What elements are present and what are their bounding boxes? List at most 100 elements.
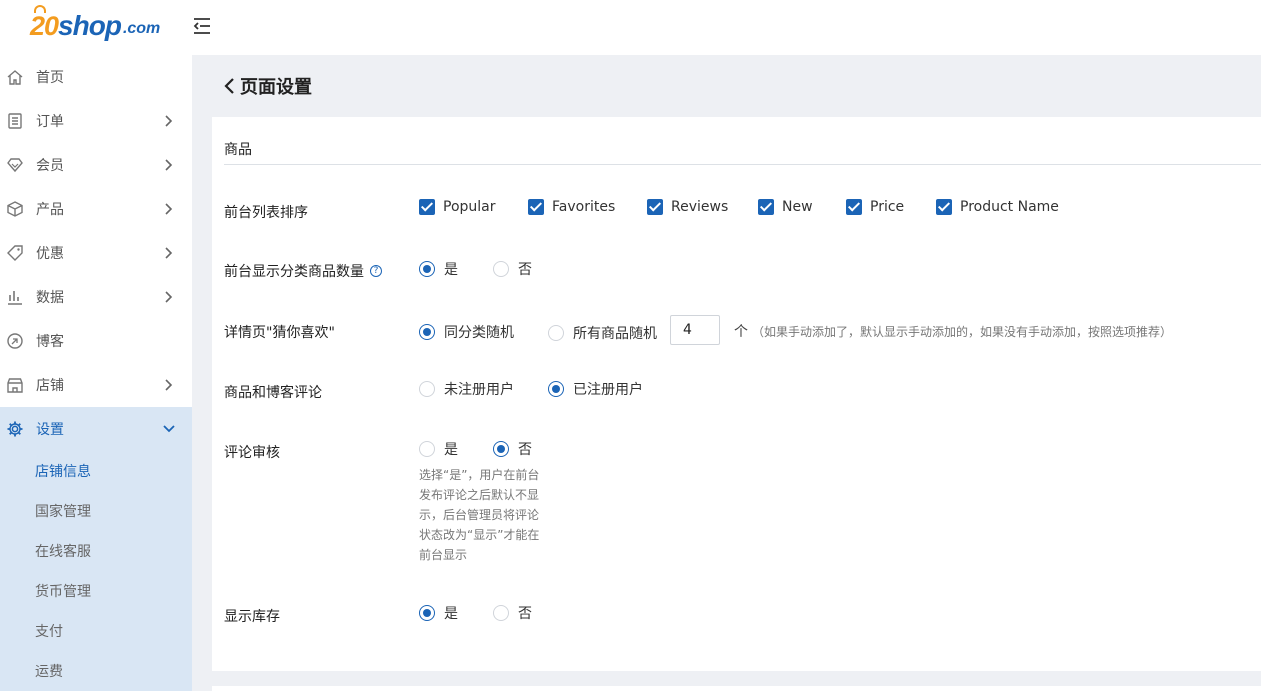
help-icon[interactable]: ? bbox=[370, 265, 382, 277]
review-no[interactable]: 否 bbox=[493, 439, 532, 459]
box-icon bbox=[5, 199, 25, 219]
radio-selected[interactable] bbox=[419, 324, 435, 340]
comment-label: 商品和博客评论 bbox=[224, 385, 322, 401]
review-yes[interactable]: 是 bbox=[419, 439, 458, 459]
stock-label: 显示库存 bbox=[224, 609, 280, 625]
back-arrow-icon[interactable] bbox=[220, 76, 240, 96]
sidebar-item-promotions[interactable]: 优惠 bbox=[0, 231, 192, 275]
submenu-item-payment[interactable]: 支付 bbox=[0, 611, 192, 651]
checkbox-checked[interactable] bbox=[758, 199, 774, 215]
review-label: 评论审核 bbox=[224, 445, 280, 461]
submenu-item-live-chat[interactable]: 在线客服 bbox=[0, 531, 192, 571]
submenu-item-shipping[interactable]: 运费 bbox=[0, 651, 192, 691]
submenu-item-currency[interactable]: 货币管理 bbox=[0, 571, 192, 611]
chevron-down-icon bbox=[163, 425, 175, 433]
settings-submenu: 店铺信息 国家管理 在线客服 货币管理 支付 运费 bbox=[0, 451, 192, 691]
sort-option-price[interactable]: Price bbox=[846, 199, 904, 215]
sort-option-reviews[interactable]: Reviews bbox=[647, 199, 728, 215]
order-icon bbox=[5, 111, 25, 131]
divider bbox=[224, 164, 1261, 165]
sort-option-favorites[interactable]: Favorites bbox=[528, 199, 615, 215]
radio-unselected[interactable] bbox=[419, 441, 435, 457]
checkbox-checked[interactable] bbox=[936, 199, 952, 215]
guess-like-all-products[interactable]: 所有商品随机 bbox=[548, 323, 657, 343]
option-label: Price bbox=[870, 199, 905, 215]
radio-selected[interactable] bbox=[419, 261, 435, 277]
chevron-right-icon bbox=[165, 291, 173, 303]
radio-unselected[interactable] bbox=[419, 381, 435, 397]
radio-selected[interactable] bbox=[548, 381, 564, 397]
sidebar-item-home[interactable]: 首页 bbox=[0, 55, 192, 99]
chevron-right-icon bbox=[165, 247, 173, 259]
checkbox-checked[interactable] bbox=[647, 199, 663, 215]
logo-com: .com bbox=[122, 20, 161, 37]
sidebar-item-products[interactable]: 产品 bbox=[0, 187, 192, 231]
option-label: 同分类随机 bbox=[444, 325, 514, 341]
sort-option-new[interactable]: New bbox=[758, 199, 813, 215]
logo-shop: shop bbox=[58, 10, 122, 41]
option-label: Popular bbox=[443, 199, 496, 215]
review-hint: 选择“是”，用户在前台发布评论之后默认不显示，后台管理员将评论状态改为“显示”才… bbox=[419, 468, 540, 562]
radio-unselected[interactable] bbox=[548, 325, 564, 341]
top-header: 20 shop .com bbox=[0, 0, 1261, 55]
sidebar-item-settings[interactable]: 设置 bbox=[0, 407, 192, 451]
guess-like-count-input[interactable] bbox=[670, 315, 720, 345]
option-label: 已注册用户 bbox=[573, 382, 643, 398]
submenu-item-store-info[interactable]: 店铺信息 bbox=[0, 451, 192, 491]
sidebar-item-label: 店铺 bbox=[36, 378, 64, 394]
sidebar: 首页 订单 会员 产品 优惠 数据 博客 店铺 设置 店铺信息 国家管理 在线客… bbox=[0, 55, 192, 691]
option-label: 所有商品随机 bbox=[573, 326, 657, 342]
sort-option-product-name[interactable]: Product Name bbox=[936, 199, 1059, 215]
option-label: Reviews bbox=[671, 199, 729, 215]
bag-icon bbox=[34, 5, 46, 13]
option-label: 否 bbox=[518, 606, 532, 622]
checkbox-checked[interactable] bbox=[528, 199, 544, 215]
comment-registered[interactable]: 已注册用户 bbox=[548, 379, 643, 399]
checkbox-checked[interactable] bbox=[846, 199, 862, 215]
sidebar-item-data[interactable]: 数据 bbox=[0, 275, 192, 319]
submenu-item-countries[interactable]: 国家管理 bbox=[0, 491, 192, 531]
sort-label: 前台列表排序 bbox=[224, 205, 308, 221]
sidebar-item-label: 会员 bbox=[36, 158, 64, 174]
chevron-right-icon bbox=[165, 379, 173, 391]
chevron-right-icon bbox=[165, 115, 173, 127]
stock-no[interactable]: 否 bbox=[493, 603, 532, 623]
option-label: 是 bbox=[444, 606, 458, 622]
option-label: 未注册用户 bbox=[444, 382, 514, 398]
option-label: 是 bbox=[444, 442, 458, 458]
sidebar-item-members[interactable]: 会员 bbox=[0, 143, 192, 187]
label-text: 前台显示分类商品数量 bbox=[224, 264, 364, 280]
sidebar-item-label: 订单 bbox=[36, 114, 64, 130]
page-title: 页面设置 bbox=[240, 77, 312, 98]
sidebar-item-blog[interactable]: 博客 bbox=[0, 319, 192, 363]
next-panel-edge bbox=[212, 686, 1261, 691]
option-label: New bbox=[782, 199, 813, 215]
radio-unselected[interactable] bbox=[493, 605, 509, 621]
brand-logo[interactable]: 20 shop .com bbox=[30, 5, 161, 42]
radio-selected[interactable] bbox=[419, 605, 435, 621]
category-count-no[interactable]: 否 bbox=[493, 259, 532, 279]
category-count-yes[interactable]: 是 bbox=[419, 259, 458, 279]
radio-selected[interactable] bbox=[493, 441, 509, 457]
logo-number: 20 bbox=[30, 5, 59, 42]
option-label: 是 bbox=[444, 262, 458, 278]
sidebar-item-label: 优惠 bbox=[36, 246, 64, 262]
menu-collapse-icon[interactable] bbox=[192, 16, 212, 36]
comment-unregistered[interactable]: 未注册用户 bbox=[419, 379, 514, 399]
option-label: 否 bbox=[518, 262, 532, 278]
category-count-label: 前台显示分类商品数量? bbox=[224, 261, 382, 281]
stock-yes[interactable]: 是 bbox=[419, 603, 458, 623]
sidebar-item-store[interactable]: 店铺 bbox=[0, 363, 192, 407]
chevron-right-icon bbox=[165, 159, 173, 171]
blog-icon bbox=[5, 331, 25, 351]
checkbox-checked[interactable] bbox=[419, 199, 435, 215]
radio-unselected[interactable] bbox=[493, 261, 509, 277]
home-icon bbox=[5, 67, 25, 87]
tag-icon bbox=[5, 243, 25, 263]
guess-like-same-category[interactable]: 同分类随机 bbox=[419, 322, 514, 342]
settings-panel: 商品 前台列表排序 Popular Favorites Reviews New … bbox=[212, 117, 1261, 671]
page-header: 页面设置 bbox=[212, 55, 1261, 117]
chevron-right-icon bbox=[165, 203, 173, 215]
sort-option-popular[interactable]: Popular bbox=[419, 199, 496, 215]
sidebar-item-orders[interactable]: 订单 bbox=[0, 99, 192, 143]
